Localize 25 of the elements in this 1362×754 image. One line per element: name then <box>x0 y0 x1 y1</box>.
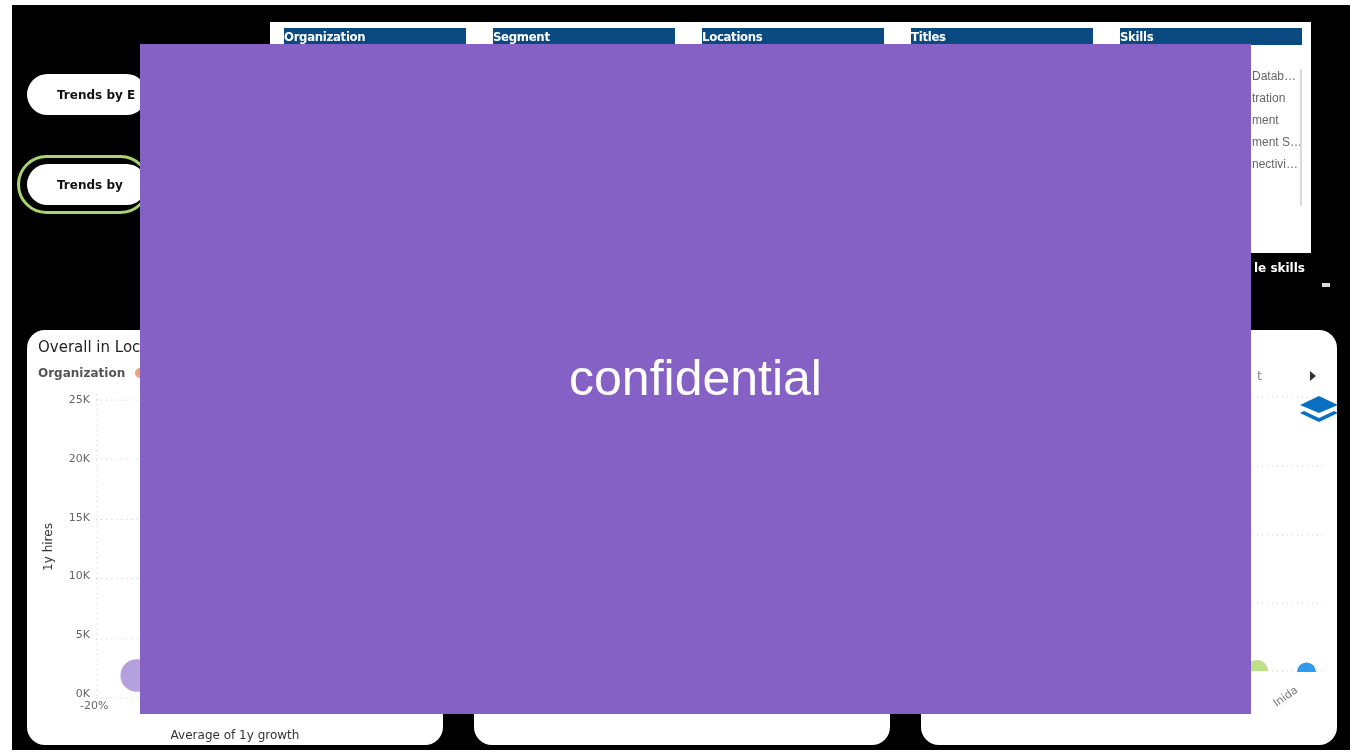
y-tick-label: 0K <box>75 688 90 700</box>
overlay-text: confidential <box>569 349 822 407</box>
filter-header: Skills <box>1120 28 1302 45</box>
y-tick-label: 15K <box>68 511 90 524</box>
y-tick-label: 25K <box>68 394 90 406</box>
y-tick-label: 10K <box>68 570 90 583</box>
scrollbar[interactable] <box>1300 69 1302 206</box>
legend-title: Organization <box>38 366 126 380</box>
chart-title: Overall in Loc <box>38 338 142 356</box>
caret-right-icon[interactable] <box>1310 370 1316 381</box>
list-item[interactable]: ment S… <box>1252 135 1298 149</box>
list-item[interactable]: ment <box>1252 113 1298 127</box>
legend-label: t <box>1256 368 1262 383</box>
y-tick-label: 20K <box>68 452 90 465</box>
x-axis-title: Average of 1y growth <box>169 728 301 742</box>
list-item[interactable]: Datab… <box>1252 69 1298 83</box>
caption-text: le skills <box>1253 261 1305 275</box>
bubble-icon <box>1297 662 1316 672</box>
y-tick-label: 5K <box>75 629 90 642</box>
list-item[interactable]: tration <box>1252 91 1298 105</box>
y-axis-title: 1y hires <box>41 523 55 571</box>
layers-icon[interactable] <box>1300 396 1338 422</box>
list-item[interactable]: nectivi… <box>1252 157 1298 171</box>
x-tick-label: -20% <box>80 700 110 712</box>
minus-icon <box>1322 283 1330 287</box>
